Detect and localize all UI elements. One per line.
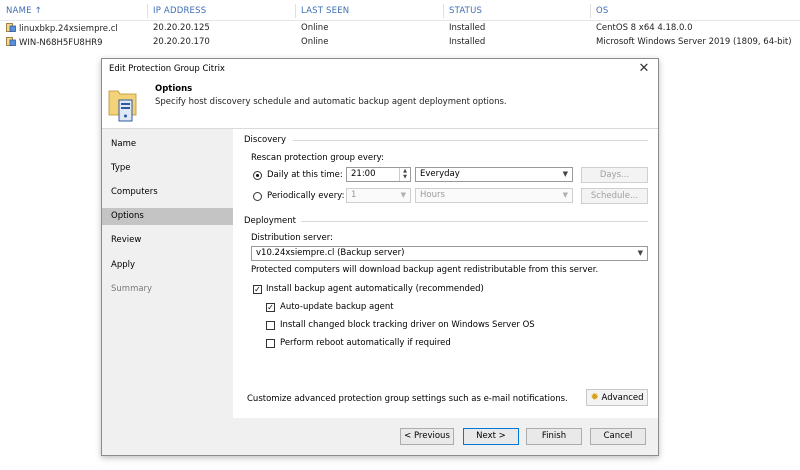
distribution-server-value: v10.24xsiempre.cl (Backup server) xyxy=(256,248,405,258)
row-status: Installed xyxy=(449,23,486,33)
column-header-name[interactable]: NAME ↑ xyxy=(6,6,42,16)
row-ip: 20.20.20.170 xyxy=(153,37,210,47)
nav-item-computers[interactable]: Computers xyxy=(102,184,233,201)
period-dropdown[interactable]: 1 ▼ xyxy=(346,188,411,203)
install-agent-label[interactable]: Install backup agent automatically (reco… xyxy=(266,284,484,294)
time-value: 21:00 xyxy=(351,169,376,179)
discovery-group-title: Discovery xyxy=(244,135,286,145)
options-content: Discovery Rescan protection group every:… xyxy=(233,129,658,418)
sort-arrow-icon: ↑ xyxy=(34,6,42,16)
auto-update-checkbox[interactable]: ✓ xyxy=(266,303,275,312)
dialog-footer: < Previous Next > Finish Cancel xyxy=(102,418,658,455)
chevron-down-icon: ▼ xyxy=(637,249,643,257)
cancel-button[interactable]: Cancel xyxy=(590,428,646,445)
header-subtitle: Specify host discovery schedule and auto… xyxy=(155,97,507,107)
chevron-down-icon: ▼ xyxy=(562,191,568,199)
deployment-divider xyxy=(301,221,648,222)
distribution-server-label: Distribution server: xyxy=(251,233,333,243)
server-icon xyxy=(6,37,16,46)
column-header-os[interactable]: OS xyxy=(596,6,609,16)
row-os: Microsoft Windows Server 2019 (1809, 64-… xyxy=(596,37,792,47)
row-ip: 20.20.20.125 xyxy=(153,23,210,33)
row-os: CentOS 8 x64 4.18.0.0 xyxy=(596,23,693,33)
nav-item-review[interactable]: Review xyxy=(102,232,233,249)
column-header-last-seen[interactable]: LAST SEEN xyxy=(301,6,349,16)
auto-update-label[interactable]: Auto-update backup agent xyxy=(280,302,394,312)
row-name: WIN-N68H5FU8HR9 xyxy=(19,38,103,48)
row-last-seen: Online xyxy=(301,23,329,33)
gear-icon: ✹ xyxy=(590,392,599,403)
table-row[interactable]: linuxbkp.24xsiempre.cl 20.20.20.125 Onli… xyxy=(0,21,800,35)
close-icon[interactable]: ✕ xyxy=(636,61,652,77)
computers-table: NAME ↑ IP ADDRESS LAST SEEN STATUS OS li… xyxy=(0,0,800,49)
finish-button[interactable]: Finish xyxy=(526,428,582,445)
wizard-nav: Name Type Computers Options Review Apply… xyxy=(102,129,233,418)
daily-label[interactable]: Daily at this time: xyxy=(267,170,343,180)
nav-item-options[interactable]: Options xyxy=(102,208,233,225)
advanced-button-label: Advanced xyxy=(601,393,644,403)
install-agent-checkbox[interactable]: ✓ xyxy=(253,285,262,294)
days-button[interactable]: Days... xyxy=(581,167,648,183)
distribution-server-dropdown[interactable]: v10.24xsiempre.cl (Backup server) ▼ xyxy=(251,246,648,261)
deployment-group-title: Deployment xyxy=(244,216,296,226)
period-value: 1 xyxy=(351,190,357,200)
header-title: Options xyxy=(155,84,193,94)
row-last-seen: Online xyxy=(301,37,329,47)
distribution-info-text: Protected computers will download backup… xyxy=(251,265,599,275)
periodically-radio[interactable] xyxy=(253,192,262,201)
server-icon xyxy=(6,23,16,32)
edit-protection-group-dialog: Edit Protection Group Citrix ✕ Options S… xyxy=(101,58,659,456)
row-name: linuxbkp.24xsiempre.cl xyxy=(19,24,118,34)
auto-reboot-label[interactable]: Perform reboot automatically if required xyxy=(280,338,451,348)
auto-reboot-checkbox[interactable] xyxy=(266,339,275,348)
table-header: NAME ↑ IP ADDRESS LAST SEEN STATUS OS xyxy=(0,0,800,21)
cbt-driver-checkbox[interactable] xyxy=(266,321,275,330)
previous-button[interactable]: < Previous xyxy=(400,428,454,445)
rescan-label: Rescan protection group every: xyxy=(251,153,384,163)
time-input[interactable]: 21:00 ▲ ▼ xyxy=(346,167,411,182)
chevron-down-icon: ▼ xyxy=(562,170,568,178)
dialog-title: Edit Protection Group Citrix xyxy=(109,64,225,74)
nav-item-summary: Summary xyxy=(111,284,153,294)
next-button[interactable]: Next > xyxy=(463,428,519,445)
dialog-header: Options Specify host discovery schedule … xyxy=(102,79,658,129)
column-header-status[interactable]: STATUS xyxy=(449,6,482,16)
advanced-button[interactable]: ✹ Advanced xyxy=(586,389,648,406)
time-spinner[interactable]: ▲ ▼ xyxy=(399,168,410,181)
dialog-title-bar[interactable]: Edit Protection Group Citrix ✕ xyxy=(102,59,658,79)
advanced-settings-text: Customize advanced protection group sett… xyxy=(247,394,568,404)
protection-group-icon xyxy=(108,90,137,122)
daily-radio[interactable] xyxy=(253,171,262,180)
frequency-value: Everyday xyxy=(420,169,460,179)
column-header-ip[interactable]: IP ADDRESS xyxy=(153,6,206,16)
nav-item-name[interactable]: Name xyxy=(102,136,233,153)
period-unit-dropdown[interactable]: Hours ▼ xyxy=(415,188,573,203)
row-status: Installed xyxy=(449,37,486,47)
schedule-button[interactable]: Schedule... xyxy=(581,188,648,204)
period-unit-value: Hours xyxy=(420,190,445,200)
nav-item-type[interactable]: Type xyxy=(102,160,233,177)
periodically-label[interactable]: Periodically every: xyxy=(267,191,344,201)
table-row[interactable]: WIN-N68H5FU8HR9 20.20.20.170 Online Inst… xyxy=(0,35,800,49)
cbt-driver-label[interactable]: Install changed block tracking driver on… xyxy=(280,320,535,330)
nav-item-apply[interactable]: Apply xyxy=(102,257,233,274)
frequency-dropdown[interactable]: Everyday ▼ xyxy=(415,167,573,182)
chevron-down-icon: ▼ xyxy=(400,191,406,199)
discovery-divider xyxy=(293,140,648,141)
